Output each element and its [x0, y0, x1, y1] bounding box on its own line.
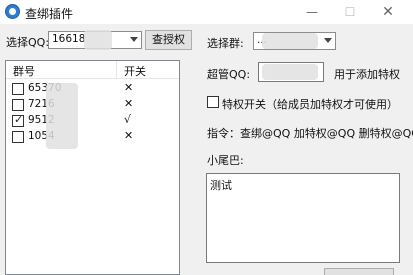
row-checkbox[interactable]	[12, 83, 24, 95]
group-list[interactable]: 群号 开关 65370 ✕ 7216 ✕ 9512 √ 1054 ✕	[5, 60, 180, 275]
textarea-scrollbar[interactable]	[397, 174, 399, 262]
redacted-area	[262, 64, 318, 80]
tail-label: 小尾巴:	[207, 154, 244, 167]
maximize-button[interactable]: ☐	[336, 2, 364, 22]
app-icon	[5, 4, 20, 19]
group-list-header: 群号 开关	[6, 61, 179, 79]
tail-value: 测试	[210, 179, 232, 192]
privilege-switch-label[interactable]: 特权开关（给成员加特权才可使用）	[222, 96, 398, 112]
column-group-id[interactable]: 群号	[13, 63, 35, 79]
redacted-area	[84, 30, 112, 50]
column-switch[interactable]: 开关	[124, 63, 146, 79]
privilege-switch-checkbox[interactable]	[207, 96, 219, 108]
table-row[interactable]: 9512 √	[6, 113, 179, 129]
row-checkbox[interactable]	[12, 131, 24, 143]
switch-status: ✕	[124, 97, 134, 110]
select-qq-value: 16618	[52, 33, 86, 45]
table-row[interactable]: 7216 ✕	[6, 97, 179, 113]
select-qq-label: 选择QQ:	[6, 36, 50, 49]
switch-status: ✕	[124, 129, 134, 142]
row-checkbox[interactable]	[12, 99, 24, 111]
super-admin-label: 超管QQ:	[207, 68, 251, 81]
table-row[interactable]: 1054 ✕	[6, 129, 179, 145]
window-title: 查绑插件	[25, 7, 74, 21]
switch-status: ✕	[124, 81, 134, 94]
column-divider	[116, 61, 117, 79]
minimize-button[interactable]: —	[298, 2, 326, 22]
commands-text: 指令：查绑@QQ 加特权@QQ 删特权@QQ	[207, 127, 413, 140]
select-group-label: 选择群:	[207, 37, 244, 50]
redacted-area	[46, 83, 78, 149]
switch-status: √	[124, 113, 132, 126]
chevron-down-icon	[323, 36, 333, 46]
title-bar: 查绑插件 — ☐ ✕	[0, 0, 413, 24]
redacted-area	[262, 33, 318, 49]
row-checkbox[interactable]	[12, 113, 24, 127]
chevron-down-icon	[129, 35, 139, 45]
super-admin-hint: 用于添加特权	[334, 68, 400, 81]
save-button[interactable]	[324, 268, 394, 275]
table-row[interactable]: 65370 ✕	[6, 81, 179, 97]
tail-textarea[interactable]: 测试	[206, 173, 400, 263]
check-auth-button[interactable]: 查授权	[145, 30, 192, 50]
close-button[interactable]: ✕	[374, 2, 402, 22]
